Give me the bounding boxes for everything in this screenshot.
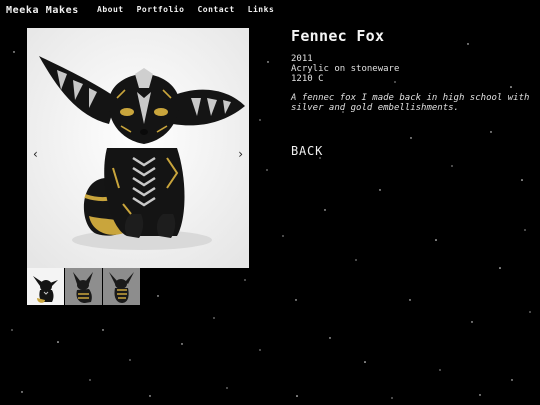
artwork-code: 1210 C xyxy=(291,74,324,84)
fennec-fox-back-thumbnail-image xyxy=(103,268,140,305)
artwork-description: A fennec fox I made back in high school … xyxy=(291,93,530,113)
previous-arrow-icon[interactable]: ‹ xyxy=(33,148,38,160)
main-nav: About Portfolio Contact Links xyxy=(97,5,274,14)
artwork-medium: Acrylic on stoneware xyxy=(291,64,400,74)
site-header: Meeka Makes About Portfolio Contact Link… xyxy=(0,0,540,24)
thumbnail-strip xyxy=(27,268,140,305)
thumbnail-3[interactable] xyxy=(103,268,140,305)
nav-links[interactable]: Links xyxy=(248,5,275,14)
site-title[interactable]: Meeka Makes xyxy=(6,5,79,16)
main-artwork-photo[interactable]: ‹ › xyxy=(27,28,249,268)
fennec-fox-thumbnail-image xyxy=(27,268,64,305)
artwork-year: 2011 xyxy=(291,54,313,64)
back-link[interactable]: BACK xyxy=(291,144,323,158)
thumbnail-2[interactable] xyxy=(65,268,102,305)
next-arrow-icon[interactable]: › xyxy=(238,148,243,160)
thumbnail-1[interactable] xyxy=(27,268,64,305)
nav-portfolio[interactable]: Portfolio xyxy=(137,5,185,14)
artwork-title: Fennec Fox xyxy=(291,27,385,45)
fennec-fox-sculpture-image xyxy=(27,28,249,268)
fennec-fox-side-thumbnail-image xyxy=(65,268,102,305)
nav-contact[interactable]: Contact xyxy=(197,5,234,14)
nav-about[interactable]: About xyxy=(97,5,124,14)
artwork-info: Fennec Fox 2011 Acrylic on stoneware 121… xyxy=(291,27,531,113)
